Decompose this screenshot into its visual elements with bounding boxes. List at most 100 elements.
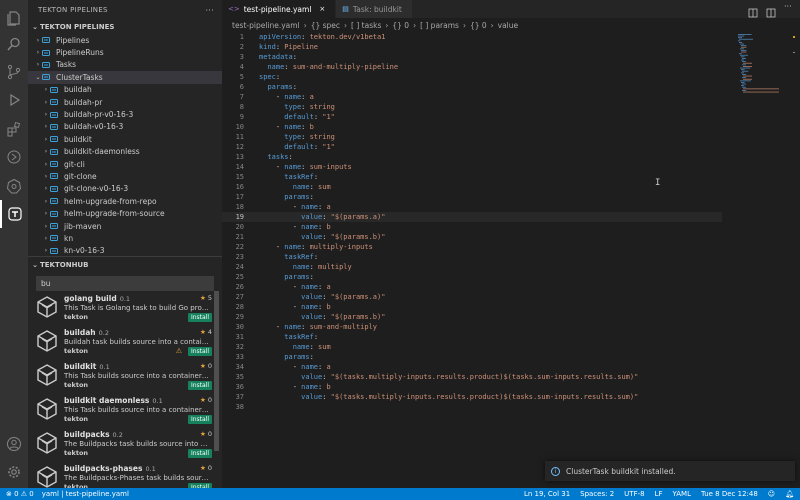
extensions-icon[interactable] xyxy=(0,115,28,143)
code-line[interactable]: 28 - name: b xyxy=(222,302,722,312)
code-line[interactable]: 8 type: string xyxy=(222,102,722,112)
code-line[interactable]: 17 params: xyxy=(222,192,722,202)
code-line[interactable]: 25 params: xyxy=(222,272,722,282)
tree-item-buildah-pr-v0-16-3[interactable]: › buildah-pr-v0-16-3 xyxy=(28,108,222,120)
tree-item-pipelineruns[interactable]: › PipelineRuns xyxy=(28,46,222,58)
code-line[interactable]: 34 - name: a xyxy=(222,362,722,372)
tree-item-buildkit-daemonless[interactable]: › buildkit-daemonless xyxy=(28,146,222,158)
code-line[interactable]: 3 metadata: xyxy=(222,52,722,62)
file-language-status[interactable]: yaml | test-pipeline.yaml xyxy=(42,490,129,498)
tree-item-helm-upgrade-from-source[interactable]: › helm-upgrade-from-source xyxy=(28,207,222,219)
code-line[interactable]: 15 taskRef: xyxy=(222,172,722,182)
code-line[interactable]: 32 name: sum xyxy=(222,342,722,352)
tektonhub-section-header[interactable]: ⌄ TEKTONHUB xyxy=(28,259,222,271)
hub-scrollbar[interactable] xyxy=(214,291,219,451)
code-line[interactable]: 33 params: xyxy=(222,352,722,362)
tekton-icon[interactable] xyxy=(0,200,28,228)
code-line[interactable]: 18 - name: a xyxy=(222,202,722,212)
run-debug-icon[interactable] xyxy=(0,86,28,114)
breadcrumb-item[interactable]: {} 0 xyxy=(392,21,409,30)
tree-item-kn[interactable]: › kn xyxy=(28,232,222,244)
tree-item-clustertasks[interactable]: ⌄ ClusterTasks xyxy=(28,71,222,84)
install-button[interactable]: Install xyxy=(187,449,212,458)
code-line[interactable]: 23 taskRef: xyxy=(222,252,722,262)
tekton-pipelines-section-header[interactable]: ⌄ TEKTON PIPELINES xyxy=(28,20,222,34)
hub-task-item[interactable]: buildkit 0.1 This Task builds source into … xyxy=(28,359,222,393)
code-line[interactable]: 14 - name: sum-inputs xyxy=(222,162,722,172)
code-line[interactable]: 12 default: "1" xyxy=(222,142,722,152)
code-line[interactable]: 13 tasks: xyxy=(222,152,722,162)
code-line[interactable]: 31 taskRef: xyxy=(222,332,722,342)
breadcrumb-item[interactable]: {} spec xyxy=(311,21,340,30)
tree-item-git-clone-v0-16-3[interactable]: › git-clone-v0-16-3 xyxy=(28,183,222,195)
cursor-position[interactable]: Ln 19, Col 31 xyxy=(524,490,570,498)
code-line[interactable]: 30 - name: sum-and-multiply xyxy=(222,322,722,332)
code-line[interactable]: 19 value: "$(params.a)" xyxy=(222,212,722,222)
code-line[interactable]: 7 - name: a xyxy=(222,92,722,102)
more-actions-icon[interactable]: ··· xyxy=(205,6,214,15)
tree-item-jib-maven[interactable]: › jib-maven xyxy=(28,220,222,232)
hub-task-item[interactable]: buildpacks-phases 0.1 The Buildpacks-Phase… xyxy=(28,461,222,488)
install-button[interactable]: Install xyxy=(187,381,212,390)
indentation[interactable]: Spaces: 2 xyxy=(580,490,614,498)
tree-item-buildah-v0-16-3[interactable]: › buildah-v0-16-3 xyxy=(28,121,222,133)
explorer-icon[interactable] xyxy=(0,4,28,32)
code-line[interactable]: 26 - name: a xyxy=(222,282,722,292)
tree-item-buildah[interactable]: › buildah xyxy=(28,84,222,96)
problems-indicator[interactable]: ⊗ 0 ⚠ 0 xyxy=(6,490,34,498)
feedback-icon[interactable]: ☺ xyxy=(768,490,775,498)
code-line[interactable]: 21 value: "$(params.b)" xyxy=(222,232,722,242)
tree-item-git-cli[interactable]: › git-cli xyxy=(28,158,222,170)
install-button[interactable]: Install xyxy=(187,313,212,322)
code-line[interactable]: 29 value: "$(params.b)" xyxy=(222,312,722,322)
code-line[interactable]: 5 spec: xyxy=(222,72,722,82)
code-line[interactable]: 27 value: "$(params.a)" xyxy=(222,292,722,302)
tree-item-helm-upgrade-from-repo[interactable]: › helm-upgrade-from-repo xyxy=(28,195,222,207)
notifications-bell-icon[interactable]: 🔔︎ xyxy=(785,490,794,498)
breadcrumb-item[interactable]: {} 0 xyxy=(470,21,487,30)
hub-task-item[interactable]: buildkit daemonless 0.1 This Task builds s… xyxy=(28,393,222,427)
code-line[interactable]: 38 xyxy=(222,402,722,412)
code-line[interactable]: 37 value: "$(tasks.multiply-inputs.resul… xyxy=(222,392,722,402)
language-mode[interactable]: YAML xyxy=(673,490,691,498)
close-icon[interactable]: × xyxy=(319,5,325,13)
notification-toast[interactable]: i ClusterTask buildkit installed. xyxy=(545,461,795,481)
tree-item-git-clone[interactable]: › git-clone xyxy=(28,170,222,182)
code-line[interactable]: 24 name: multiply xyxy=(222,262,722,272)
tree-item-buildah-pr[interactable]: › buildah-pr xyxy=(28,96,222,108)
code-line[interactable]: 10 - name: b xyxy=(222,122,722,132)
tab-test-pipeline[interactable]: <> test-pipeline.yaml × xyxy=(222,0,337,18)
code-editor[interactable]: 1 apiVersion: tekton.dev/v1beta1 2 kind: Pi… xyxy=(222,32,722,412)
source-control-icon[interactable] xyxy=(0,58,28,86)
code-line[interactable]: 6 params: xyxy=(222,82,722,92)
tab-task-buildkit[interactable]: ▤ Task: buildkit xyxy=(336,0,413,18)
tree-item-pipelines[interactable]: › Pipelines xyxy=(28,34,222,46)
code-line[interactable]: 1 apiVersion: tekton.dev/v1beta1 xyxy=(222,32,722,42)
hub-task-item[interactable]: golang build 0.1 This Task is Golang task … xyxy=(28,291,222,325)
code-line[interactable]: 22 - name: multiply-inputs xyxy=(222,242,722,252)
breadcrumb-item[interactable]: test-pipeline.yaml xyxy=(232,21,300,30)
account-icon[interactable] xyxy=(0,430,28,458)
editor-scrollbar[interactable] xyxy=(790,32,800,152)
tree-item-buildkit[interactable]: › buildkit xyxy=(28,133,222,145)
code-line[interactable]: 11 type: string xyxy=(222,132,722,142)
install-button[interactable]: Install xyxy=(187,415,212,424)
split-editor-icon[interactable] xyxy=(766,3,776,18)
hub-task-item[interactable]: buildah 0.2 Buildah task builds source int… xyxy=(28,325,222,359)
end-of-line[interactable]: LF xyxy=(655,490,663,498)
remote-explorer-icon[interactable] xyxy=(0,143,28,171)
code-line[interactable]: 2 kind: Pipeline xyxy=(222,42,722,52)
code-line[interactable]: 35 value: "$(tasks.multiply-inputs.resul… xyxy=(222,372,722,382)
minimap[interactable] xyxy=(736,32,786,102)
code-line[interactable]: 36 - name: b xyxy=(222,382,722,392)
hub-task-item[interactable]: buildpacks 0.2 The Buildpacks task builds … xyxy=(28,427,222,461)
manage-gear-icon[interactable] xyxy=(0,458,28,486)
code-line[interactable]: 9 default: "1" xyxy=(222,112,722,122)
code-line[interactable]: 4 name: sum-and-multiply-pipeline xyxy=(222,62,722,72)
tree-item-tasks[interactable]: › Tasks xyxy=(28,59,222,71)
breadcrumb-item[interactable]: [ ] tasks xyxy=(351,21,381,30)
install-button[interactable]: Install xyxy=(187,347,212,356)
code-line[interactable]: 16 name: sum xyxy=(222,182,722,192)
breadcrumb-item[interactable]: value xyxy=(498,21,519,30)
code-line[interactable]: 20 - name: b xyxy=(222,222,722,232)
